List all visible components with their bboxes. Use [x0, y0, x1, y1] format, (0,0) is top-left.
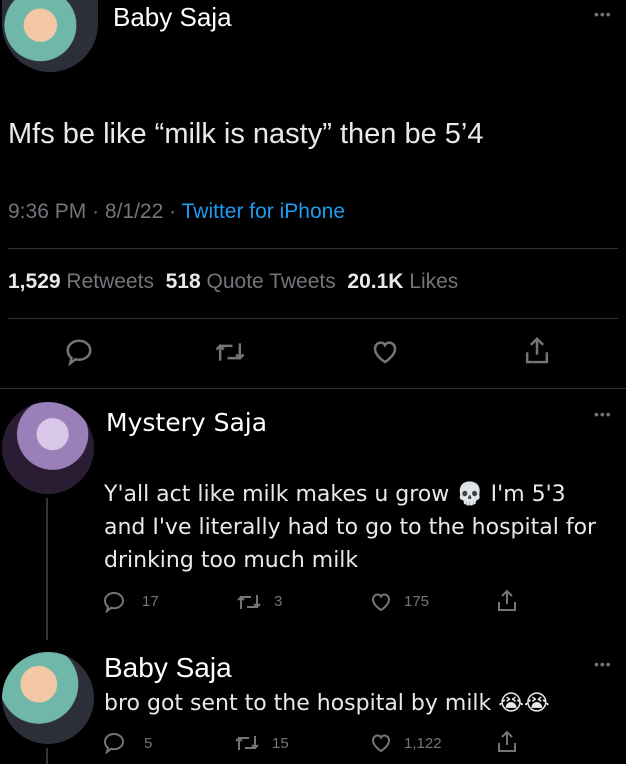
- divider: [0, 388, 626, 389]
- like-icon[interactable]: [368, 590, 394, 614]
- tweet-source-link[interactable]: Twitter for iPhone: [182, 200, 345, 223]
- tweet-date: 8/1/22: [104, 200, 164, 223]
- avatar-mystery-saja[interactable]: [2, 402, 94, 494]
- like-icon[interactable]: [368, 731, 394, 755]
- tweet-meta: 9:36 PM · 8/1/22 · Twitter for iPhone: [8, 200, 345, 224]
- divider: [8, 248, 618, 249]
- main-more-icon[interactable]: •••: [594, 6, 612, 22]
- like-count: 175: [404, 593, 430, 610]
- reply-count: 5: [144, 735, 153, 752]
- reply-icon[interactable]: [64, 337, 94, 367]
- reply-count: 17: [142, 593, 159, 610]
- reply-icon[interactable]: [102, 731, 126, 755]
- meta-separator: ·: [169, 200, 177, 223]
- tweet-stats: 1,529 Retweets 518 Quote Tweets 20.1K Li…: [8, 270, 458, 294]
- thread-line: [46, 748, 48, 764]
- reply-icon[interactable]: [102, 590, 126, 614]
- reply-more-icon[interactable]: •••: [594, 656, 612, 672]
- reply-text-line2: and I've literally had to go to the hosp…: [104, 515, 597, 540]
- reply-text-line3: drinking too much milk: [104, 548, 359, 573]
- reply-text: Y'all act like milk makes u grow 💀 I'm 5…: [104, 482, 566, 507]
- meta-separator: ·: [92, 200, 100, 223]
- share-icon[interactable]: [522, 335, 552, 367]
- quote-tweets-stat[interactable]: 518 Quote Tweets: [166, 270, 336, 293]
- skull-emoji: 💀: [456, 482, 484, 507]
- share-icon[interactable]: [494, 588, 520, 614]
- like-icon[interactable]: [370, 337, 400, 367]
- retweet-icon[interactable]: [236, 590, 262, 614]
- retweet-count: 3: [274, 593, 283, 610]
- reply-more-icon[interactable]: •••: [594, 406, 612, 422]
- retweet-icon[interactable]: [234, 731, 260, 755]
- retweet-count: 15: [272, 735, 289, 752]
- reply-display-name[interactable]: Baby Saja: [104, 652, 232, 684]
- main-display-name[interactable]: Baby Saja: [113, 2, 232, 33]
- retweets-stat[interactable]: 1,529 Retweets: [8, 270, 154, 293]
- thread-line: [46, 498, 48, 640]
- likes-stat[interactable]: 20.1K Likes: [347, 270, 458, 293]
- reply-display-name[interactable]: Mystery Saja: [106, 408, 267, 437]
- main-tweet-text: Mfs be like “milk is nasty” then be 5’4: [8, 118, 484, 150]
- tweet-time: 9:36 PM: [8, 200, 87, 223]
- like-count: 1,122: [404, 735, 442, 752]
- crying-emoji: 😭😭: [498, 691, 550, 716]
- retweet-icon[interactable]: [214, 337, 246, 367]
- share-icon[interactable]: [494, 729, 520, 755]
- avatar-baby-saja[interactable]: [2, 652, 94, 744]
- divider: [8, 318, 618, 319]
- reply-text: bro got sent to the hospital by milk 😭😭: [104, 691, 550, 716]
- avatar-baby-saja[interactable]: [2, 0, 98, 72]
